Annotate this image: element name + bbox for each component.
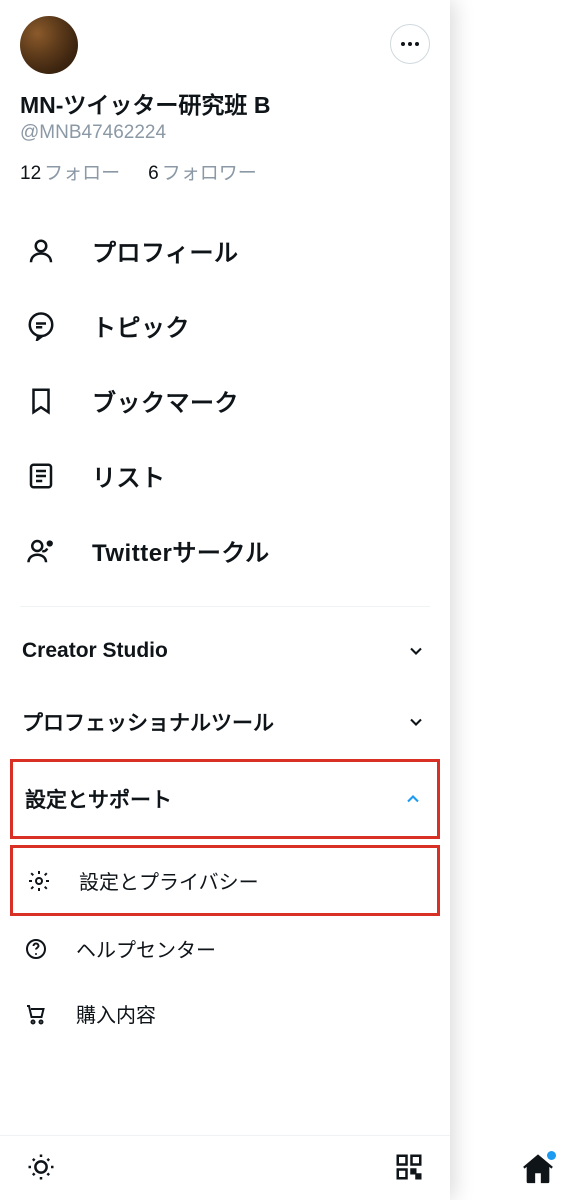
- circle-icon: [26, 536, 56, 566]
- following-count: 12: [20, 163, 41, 184]
- help-icon: [24, 937, 48, 961]
- avatar[interactable]: [20, 16, 78, 74]
- display-name: MN-ツイッター研究班 B: [20, 86, 430, 120]
- section-professional-tools[interactable]: プロフェッショナルツール: [0, 685, 450, 759]
- nav-lists[interactable]: リスト: [0, 438, 450, 513]
- theme-toggle[interactable]: [26, 1152, 56, 1182]
- user-handle: @MNB47462224: [20, 122, 430, 144]
- section-label: Creator Studio: [22, 639, 168, 663]
- nav-label: リスト: [92, 458, 166, 493]
- list-icon: [26, 461, 56, 491]
- highlight-settings-section: 設定とサポート: [10, 759, 440, 839]
- section-label: プロフェッショナルツール: [22, 707, 274, 737]
- following-link[interactable]: 12フォロー: [20, 158, 120, 185]
- following-label: フォロー: [44, 163, 120, 184]
- nav-label: ブックマーク: [92, 383, 239, 418]
- person-icon: [26, 236, 56, 266]
- bookmark-icon: [26, 386, 56, 416]
- nav-twitter-circle[interactable]: Twitterサークル: [0, 513, 450, 588]
- gear-icon: [27, 869, 51, 893]
- nav-label: トピック: [92, 308, 190, 343]
- divider: [20, 606, 430, 607]
- section-settings-support[interactable]: 設定とサポート: [13, 762, 437, 836]
- followers-count: 6: [148, 163, 159, 184]
- section-creator-studio[interactable]: Creator Studio: [0, 617, 450, 685]
- home-button[interactable]: [521, 1152, 555, 1186]
- sub-help-center[interactable]: ヘルプセンター: [0, 916, 450, 981]
- nav-topics[interactable]: トピック: [0, 288, 450, 363]
- followers-link[interactable]: 6フォロワー: [148, 158, 257, 185]
- drawer-bottom-bar: [0, 1135, 450, 1200]
- cart-icon: [24, 1002, 48, 1026]
- chevron-down-icon: [406, 712, 426, 732]
- more-icon: [401, 42, 419, 46]
- background-feed: [450, 0, 577, 1200]
- topic-icon: [26, 311, 56, 341]
- section-label: 設定とサポート: [25, 784, 172, 814]
- qr-code-button[interactable]: [394, 1152, 424, 1182]
- navigation-drawer: MN-ツイッター研究班 B @MNB47462224 12フォロー 6フォロワー…: [0, 0, 450, 1200]
- chevron-down-icon: [406, 641, 426, 661]
- sub-label: ヘルプセンター: [76, 934, 216, 963]
- nav-label: Twitterサークル: [92, 533, 270, 568]
- notification-dot: [547, 1151, 556, 1160]
- sub-label: 設定とプライバシー: [79, 866, 259, 895]
- qr-icon: [394, 1152, 424, 1182]
- sub-purchases[interactable]: 購入内容: [0, 981, 450, 1046]
- nav-bookmarks[interactable]: ブックマーク: [0, 363, 450, 438]
- highlight-settings-privacy: 設定とプライバシー: [10, 845, 440, 916]
- primary-nav: プロフィール トピック ブックマーク リスト: [0, 193, 450, 596]
- nav-profile[interactable]: プロフィール: [0, 213, 450, 288]
- sub-settings-privacy[interactable]: 設定とプライバシー: [13, 848, 437, 913]
- chevron-up-icon: [403, 789, 423, 809]
- profile-header: MN-ツイッター研究班 B @MNB47462224 12フォロー 6フォロワー: [0, 0, 450, 193]
- sun-icon: [26, 1152, 56, 1182]
- nav-label: プロフィール: [92, 233, 239, 268]
- sub-label: 購入内容: [76, 999, 156, 1028]
- accounts-button[interactable]: [390, 24, 430, 64]
- followers-label: フォロワー: [162, 163, 257, 184]
